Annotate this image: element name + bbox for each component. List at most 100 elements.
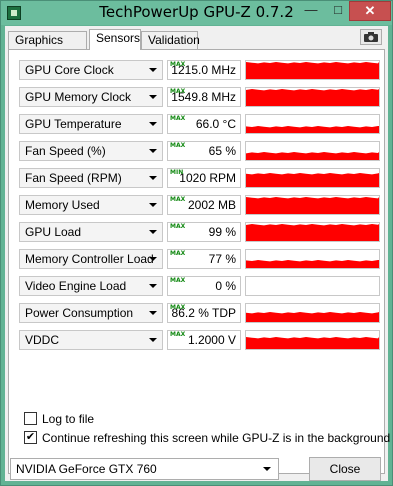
sensor-value: MAX 2002 MB (167, 195, 241, 215)
sensor-graph (245, 222, 380, 242)
tab-sensors[interactable]: Sensors (89, 29, 141, 50)
sensor-graph (245, 330, 380, 350)
sensor-name-dropdown[interactable]: GPU Temperature (19, 114, 163, 134)
continue-refresh-label[interactable]: Continue refreshing this screen while GP… (42, 431, 390, 445)
log-to-file-label[interactable]: Log to file (42, 412, 94, 426)
sensor-name-label: Power Consumption (25, 306, 134, 320)
sensor-graph-svg (246, 277, 379, 295)
client-area: Graphics Card Sensors Validation GPU Cor… (5, 26, 390, 481)
dropdown-arrow-icon (149, 95, 157, 99)
sensor-value-text: 99 % (208, 225, 236, 239)
sensor-row: Video Engine Load MAX 0 % (19, 276, 380, 296)
sensor-name-label: GPU Memory Clock (25, 90, 132, 104)
sensor-graph-svg (246, 173, 379, 187)
dropdown-arrow-icon (149, 257, 157, 261)
continue-refresh-checkbox[interactable]: ✔ (24, 431, 37, 444)
sensor-value: MAX 86.2 % TDP (167, 303, 241, 323)
sensor-tag: MIN (170, 169, 184, 176)
sensor-value: MAX 1549.8 MHz (167, 87, 241, 107)
sensor-tag: MAX (170, 223, 186, 230)
close-window-button[interactable]: ✕ (349, 1, 391, 21)
sensor-graph-fill (246, 224, 379, 241)
sensor-value: MIN 1020 RPM (167, 168, 241, 188)
sensor-tag: MAX (170, 277, 186, 284)
close-button[interactable]: Close (309, 457, 381, 481)
sensor-value-text: 0 % (215, 279, 236, 293)
sensor-value-text: 1020 RPM (179, 171, 236, 185)
sensor-name-dropdown[interactable]: VDDC (19, 330, 163, 350)
sensor-graph (245, 87, 380, 107)
sensor-name-dropdown[interactable]: Memory Controller Load (19, 249, 163, 269)
sensor-name-dropdown[interactable]: GPU Load (19, 222, 163, 242)
maximize-button[interactable]: □ (325, 1, 351, 21)
dropdown-arrow-icon (149, 284, 157, 288)
sensor-graph-svg (246, 197, 379, 214)
sensor-row: GPU Temperature MAX 66.0 °C (19, 114, 380, 134)
chevron-down-icon (263, 467, 271, 471)
sensor-graph (245, 303, 380, 323)
sensor-value: MAX 77 % (167, 249, 241, 269)
sensor-row: Fan Speed (%) MAX 65 % (19, 141, 380, 161)
gpu-select-dropdown[interactable]: NVIDIA GeForce GTX 760 (10, 458, 279, 480)
dropdown-arrow-icon (149, 68, 157, 72)
sensor-value-text: 65 % (208, 144, 236, 158)
sensor-row: Memory Controller Load MAX 77 % (19, 249, 380, 269)
sensor-tag: MAX (170, 115, 186, 122)
sensor-name-dropdown[interactable]: Memory Used (19, 195, 163, 215)
sensor-graph-fill (246, 173, 379, 187)
sensor-name-dropdown[interactable]: GPU Core Clock (19, 60, 163, 80)
sensors-panel: GPU Core Clock MAX 1215.0 MHz GPU Memory … (8, 49, 390, 474)
sensor-row: Memory Used MAX 2002 MB (19, 195, 380, 215)
sensor-tag: MAX (170, 250, 186, 257)
log-to-file-checkbox[interactable] (24, 412, 37, 425)
sensor-graph (245, 276, 380, 296)
tab-validation[interactable]: Validation (141, 31, 200, 49)
dropdown-arrow-icon (149, 311, 157, 315)
sensor-name-label: GPU Load (25, 225, 82, 239)
sensor-graph-svg (246, 337, 379, 349)
sensor-tag: MAX (170, 142, 186, 149)
sensor-graph-svg (246, 260, 379, 268)
sensor-graph-svg (246, 89, 379, 106)
title-bar[interactable]: TechPowerUp GPU-Z 0.7.2 — □ ✕ (1, 1, 392, 25)
sensor-name-dropdown[interactable]: Fan Speed (RPM) (19, 168, 163, 188)
sensor-graph-svg (246, 62, 379, 79)
sensor-graph-svg (246, 152, 379, 160)
sensor-graph-fill (246, 312, 379, 322)
sensor-name-label: Fan Speed (RPM) (25, 171, 122, 185)
sensor-name-label: VDDC (25, 333, 60, 347)
sensor-value: MAX 0 % (167, 276, 241, 296)
dropdown-arrow-icon (149, 203, 157, 207)
sensor-graph (245, 168, 380, 188)
sensor-graph (245, 114, 380, 134)
screenshot-button[interactable] (360, 29, 382, 45)
sensor-row: GPU Core Clock MAX 1215.0 MHz (19, 60, 380, 80)
sensor-value-text: 77 % (208, 252, 236, 266)
sensor-graph-fill (246, 337, 379, 349)
sensor-graph (245, 249, 380, 269)
minimize-button[interactable]: — (298, 1, 324, 21)
dropdown-arrow-icon (149, 230, 157, 234)
sensor-row: Power Consumption MAX 86.2 % TDP (19, 303, 380, 323)
sensor-name-label: GPU Core Clock (25, 63, 114, 77)
sensor-graph (245, 141, 380, 161)
sensor-value: MAX 1.2000 V (167, 330, 241, 350)
sensor-value: MAX 1215.0 MHz (167, 60, 241, 80)
sensor-row: GPU Memory Clock MAX 1549.8 MHz (19, 87, 380, 107)
sensor-value: MAX 66.0 °C (167, 114, 241, 134)
sensor-value-text: 2002 MB (187, 198, 236, 212)
sensor-tag: MAX (170, 331, 186, 338)
dropdown-arrow-icon (149, 122, 157, 126)
sensor-name-dropdown[interactable]: Fan Speed (%) (19, 141, 163, 161)
sensor-name-dropdown[interactable]: Power Consumption (19, 303, 163, 323)
sensor-row: VDDC MAX 1.2000 V (19, 330, 380, 350)
sensor-row: Fan Speed (RPM) MIN 1020 RPM (19, 168, 380, 188)
tab-graphics-card[interactable]: Graphics Card (8, 31, 87, 63)
sensor-graph-fill (246, 62, 379, 79)
sensor-graph-fill (246, 260, 379, 268)
gpu-z-window: TechPowerUp GPU-Z 0.7.2 — □ ✕ Graphics C… (0, 0, 393, 486)
sensor-name-dropdown[interactable]: GPU Memory Clock (19, 87, 163, 107)
camera-icon (364, 32, 378, 42)
sensor-name-dropdown[interactable]: Video Engine Load (19, 276, 163, 296)
sensor-tag: MAX (170, 88, 186, 95)
